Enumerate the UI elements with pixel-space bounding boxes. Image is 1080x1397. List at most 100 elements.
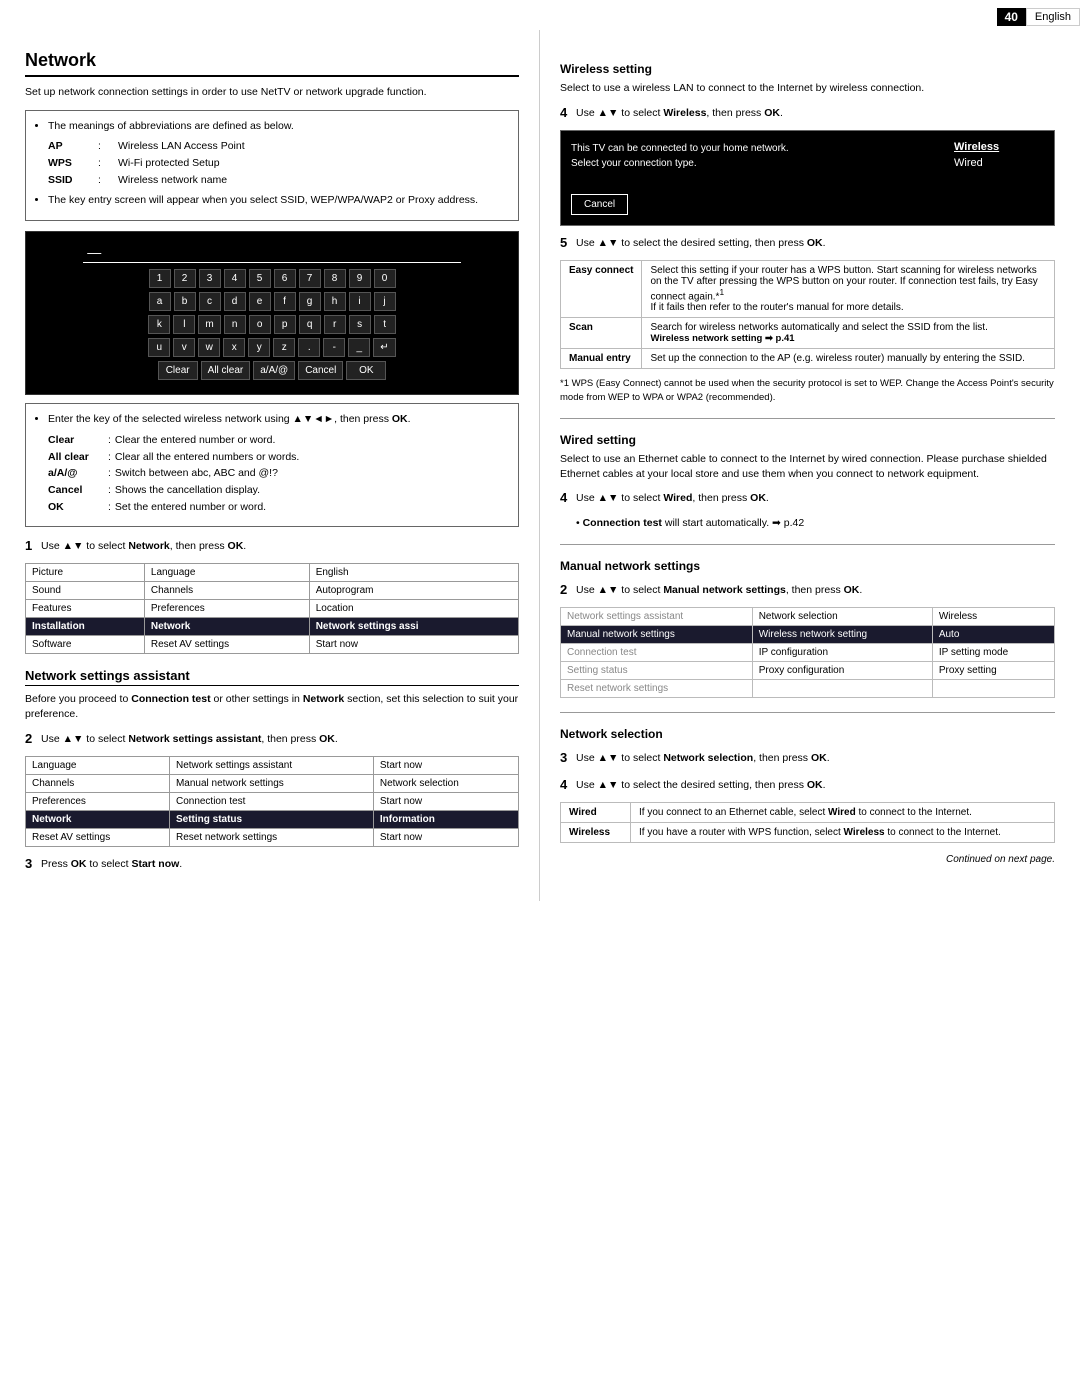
menu-col-start-now: Start now	[309, 636, 518, 654]
key-all-clear[interactable]: All clear	[201, 361, 251, 380]
ns-col-manual: Manual network settings	[169, 775, 373, 793]
key-z[interactable]: z	[273, 338, 295, 357]
key-1[interactable]: 1	[149, 269, 171, 288]
network-settings-assistant-title: Network settings assistant	[25, 668, 519, 686]
option-manual-entry-label: Manual entry	[561, 349, 642, 369]
key-7[interactable]: 7	[299, 269, 321, 288]
ns-col-nsa: Network settings assistant	[169, 757, 373, 775]
key-a-toggle[interactable]: a/A/@	[253, 361, 295, 380]
divider-wired	[560, 418, 1055, 419]
key-k[interactable]: k	[148, 315, 170, 334]
step4-network-selection: 4 Use ▲▼ to select the desired setting, …	[560, 776, 1055, 794]
option-easy-connect-desc: Select this setting if your router has a…	[642, 261, 1055, 318]
page-title: Network	[25, 50, 519, 77]
menu-col-picture: Picture	[26, 564, 145, 582]
menu-col-installation: Installation	[26, 618, 145, 636]
key-e[interactable]: e	[249, 292, 271, 311]
manual-col-wireless-network: Wireless network setting	[752, 626, 932, 644]
manual-col-proxy-setting: Proxy setting	[932, 662, 1054, 680]
key-r[interactable]: r	[324, 315, 346, 334]
abbr-key-ssid: SSID	[48, 173, 98, 188]
menu-col-location: Location	[309, 600, 518, 618]
key-p[interactable]: p	[274, 315, 296, 334]
key-2[interactable]: 2	[174, 269, 196, 288]
network-settings-menu-table: Language Network settings assistant Star…	[25, 756, 519, 847]
menu-col-preferences: Preferences	[144, 600, 309, 618]
option-wireless[interactable]: Wireless	[954, 141, 1044, 153]
divider-manual	[560, 544, 1055, 545]
key-5[interactable]: 5	[249, 269, 271, 288]
key-desc-list: Clear:Clear the entered number or word. …	[48, 433, 506, 514]
abbr-val-ap: Wireless LAN Access Point	[118, 139, 506, 154]
manual-col-empty2	[932, 680, 1054, 698]
key-0[interactable]: 0	[374, 269, 396, 288]
menu-row-sound: Sound Channels Autoprogram	[26, 582, 519, 600]
ns-menu-row-preferences: Preferences Connection test Start now	[26, 793, 519, 811]
key-dash[interactable]: -	[323, 338, 345, 357]
key-t[interactable]: t	[374, 315, 396, 334]
ns-col-network: Network	[26, 811, 170, 829]
key-y[interactable]: y	[248, 338, 270, 357]
footnote-wps: *1 WPS (Easy Connect) cannot be used whe…	[560, 377, 1055, 404]
menu-row-installation: Installation Network Network settings as…	[26, 618, 519, 636]
page-number: 40	[997, 8, 1026, 26]
key-n[interactable]: n	[224, 315, 246, 334]
key-q[interactable]: q	[299, 315, 321, 334]
cancel-button-wireless[interactable]: Cancel	[571, 194, 628, 215]
key-s[interactable]: s	[349, 315, 371, 334]
key-cancel[interactable]: Cancel	[298, 361, 343, 380]
page-number-area: 40 English	[997, 8, 1080, 26]
key-8[interactable]: 8	[324, 269, 346, 288]
key-4[interactable]: 4	[224, 269, 246, 288]
key-i[interactable]: i	[349, 292, 371, 311]
key-x[interactable]: x	[223, 338, 245, 357]
wireless-setting-desc: Select to use a wireless LAN to connect …	[560, 81, 1055, 96]
key-ok[interactable]: OK	[346, 361, 386, 380]
ns-col-reset-network: Reset network settings	[169, 829, 373, 847]
manual-col-ip-config: IP configuration	[752, 644, 932, 662]
option-easy-connect-label: Easy connect	[561, 261, 642, 318]
key-clear[interactable]: Clear	[158, 361, 198, 380]
key-f[interactable]: f	[274, 292, 296, 311]
step1: 1 Use ▲▼ to select Network, then press O…	[25, 537, 519, 555]
key-h[interactable]: h	[324, 292, 346, 311]
key-underscore[interactable]: _	[348, 338, 370, 357]
key-a[interactable]: a	[149, 292, 171, 311]
option-wired[interactable]: Wired	[954, 157, 1044, 169]
ns-col-information: Information	[373, 811, 518, 829]
meaning-intro: The meanings of abbreviations are define…	[48, 120, 294, 132]
key-m[interactable]: m	[198, 315, 220, 334]
ns-col-start-now: Start now	[373, 757, 518, 775]
ns-menu-row-language: Language Network settings assistant Star…	[26, 757, 519, 775]
key-u[interactable]: u	[148, 338, 170, 357]
step2-left: 2 Use ▲▼ to select Network settings assi…	[25, 730, 519, 748]
menu-col-network: Network	[144, 618, 309, 636]
key-d[interactable]: d	[224, 292, 246, 311]
connection-box-left-text: This TV can be connected to your home ne…	[571, 141, 944, 215]
key-enter[interactable]: ↵	[373, 338, 395, 357]
key-g[interactable]: g	[299, 292, 321, 311]
key-c[interactable]: c	[199, 292, 221, 311]
ns-col-setting-status: Setting status	[169, 811, 373, 829]
key-o[interactable]: o	[249, 315, 271, 334]
connection-type-box: This TV can be connected to your home ne…	[560, 130, 1055, 226]
abbr-val-wps: Wi-Fi protected Setup	[118, 156, 506, 171]
wireless-options-table: Easy connect Select this setting if your…	[560, 260, 1055, 369]
key-3[interactable]: 3	[199, 269, 221, 288]
abbreviations-table: AP : Wireless LAN Access Point WPS : Wi-…	[48, 139, 506, 187]
key-w[interactable]: w	[198, 338, 220, 357]
key-l[interactable]: l	[173, 315, 195, 334]
key-9[interactable]: 9	[349, 269, 371, 288]
manual-col-empty1	[752, 680, 932, 698]
menu-col-language: Language	[144, 564, 309, 582]
intro-text: Set up network connection settings in or…	[25, 85, 519, 100]
key-6[interactable]: 6	[274, 269, 296, 288]
key-b[interactable]: b	[174, 292, 196, 311]
keyboard-row-a: a b c d e f g h i j	[36, 292, 508, 311]
key-j[interactable]: j	[374, 292, 396, 311]
key-dot[interactable]: .	[298, 338, 320, 357]
key-v[interactable]: v	[173, 338, 195, 357]
step5-wireless: 5 Use ▲▼ to select the desired setting, …	[560, 234, 1055, 252]
ns-row-wireless: Wireless If you have a router with WPS f…	[561, 822, 1055, 842]
manual-network-title: Manual network settings	[560, 559, 1055, 573]
